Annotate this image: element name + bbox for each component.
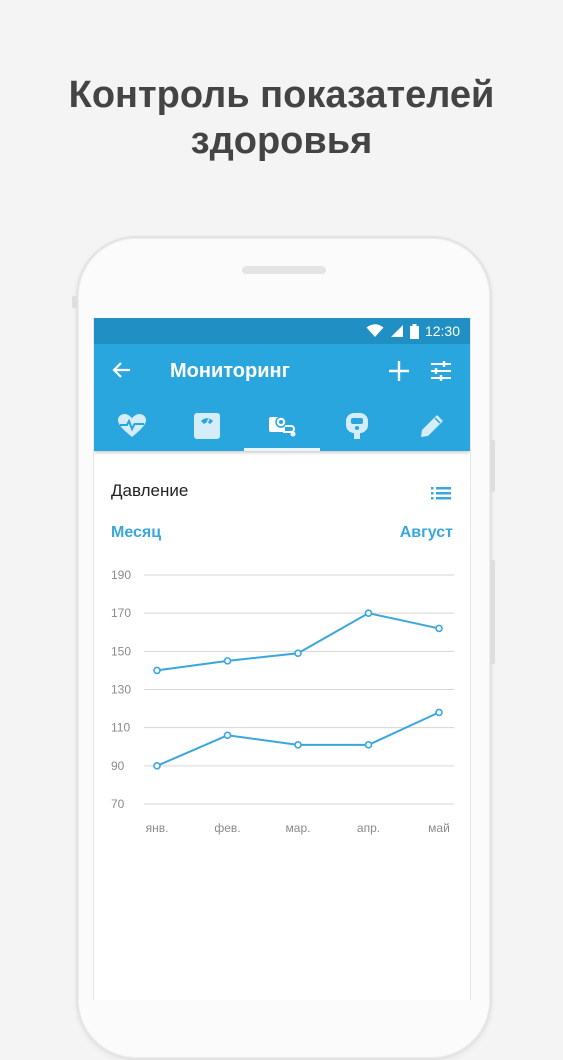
data-point (153, 762, 161, 770)
plus-icon[interactable] (388, 360, 410, 382)
pencil-icon (421, 414, 444, 437)
x-tick-label: фев. (214, 821, 240, 835)
phone-speaker (242, 266, 326, 274)
status-time: 12:30 (424, 323, 460, 339)
heart-pulse-icon (117, 413, 146, 437)
scale-icon (193, 412, 220, 439)
data-point (435, 624, 443, 633)
x-tick-label: апр. (357, 821, 380, 835)
data-point (364, 609, 373, 617)
arrow-back-icon[interactable] (112, 360, 132, 380)
data-point (294, 741, 302, 749)
data-point (223, 657, 232, 665)
tab-pressure[interactable] (244, 400, 320, 451)
page-title: Мониторинг (170, 360, 290, 382)
glucometer-icon (346, 412, 369, 439)
series-line-2 (156, 711, 440, 767)
category-tabs (94, 400, 470, 451)
headline-line-2: здоровья (190, 120, 373, 162)
data-point (294, 649, 302, 658)
signal-icon (390, 325, 403, 337)
wifi-icon (366, 324, 384, 337)
y-tick-label: 130 (111, 683, 131, 697)
sliders-icon[interactable] (430, 361, 452, 381)
data-point (364, 741, 373, 749)
data-point (153, 666, 161, 675)
y-tick-label: 170 (111, 606, 131, 620)
data-point (435, 708, 443, 717)
pressure-chart: 190 170 150 130 110 90 70 янв. фев. мар. апр. май (111, 568, 454, 835)
tab-weight[interactable] (169, 400, 244, 451)
phone-power-button (490, 560, 495, 664)
tab-glucose[interactable] (320, 400, 395, 451)
list-icon[interactable] (431, 486, 451, 500)
tab-notes[interactable] (395, 400, 470, 451)
headline-line-1: Контроль показателей (68, 74, 495, 116)
phone-volume-button (490, 440, 495, 492)
x-tick-label: май (428, 821, 450, 835)
y-tick-label: 110 (111, 721, 130, 735)
headline: Контроль показателей здоровья (0, 72, 563, 164)
y-tick-label: 150 (111, 644, 131, 658)
data-point (223, 731, 232, 740)
series-line-1 (156, 612, 440, 672)
status-bar: 12:30 (94, 318, 470, 344)
battery-icon (409, 323, 419, 339)
x-tick-label: янв. (146, 821, 169, 835)
month-selector[interactable]: Август (400, 524, 453, 542)
app-bar: Мониторинг (94, 344, 470, 400)
period-selector[interactable]: Месяц (111, 524, 161, 542)
app-screen: 12:30 Мониторинг Давление Месяц Август 1… (93, 318, 471, 1000)
y-tick-label: 90 (111, 759, 125, 773)
blood-pressure-icon (268, 415, 296, 436)
phone-sensor (72, 296, 77, 308)
y-tick-label: 70 (111, 797, 125, 811)
y-tick-label: 190 (111, 568, 131, 582)
tab-heart[interactable] (94, 400, 169, 451)
x-tick-label: мар. (286, 821, 311, 835)
card-title: Давление (111, 481, 189, 500)
